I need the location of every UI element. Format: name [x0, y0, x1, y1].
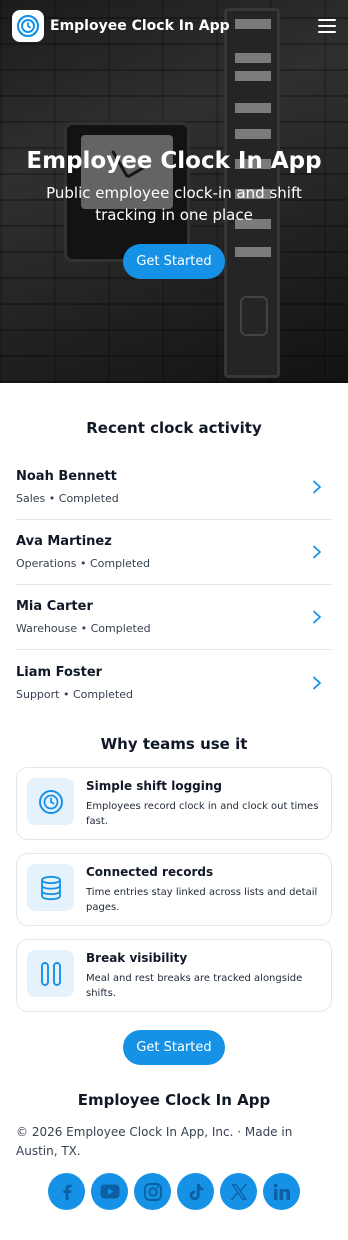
cta-container: Get Started [16, 1030, 332, 1065]
feature-card: Connected records Time entries stay link… [16, 853, 332, 926]
brand-name[interactable]: Employee Clock In App [50, 18, 230, 34]
top-bar: Employee Clock In App [0, 0, 348, 52]
activity-item[interactable]: Ava Martinez Operations • Completed [16, 520, 332, 585]
feature-title: Connected records [86, 865, 214, 879]
why-teams-title: Why teams use it [100, 735, 248, 753]
pause-icon [40, 961, 61, 986]
feature-icon-box [27, 950, 74, 997]
chevron-right-icon[interactable] [310, 545, 324, 559]
hero-content: Employee Clock In App Public employee cl… [0, 148, 348, 279]
activity-item[interactable]: Mia Carter Warehouse • Completed [16, 585, 332, 650]
hero-title: Employee Clock In App [26, 148, 322, 174]
activity-item[interactable]: Noah Bennett Sales • Completed [16, 455, 332, 520]
hero: Employee Clock In App Employee Clock In … [0, 0, 348, 383]
why-teams-section: Why teams use it Simple shift logging Em… [0, 715, 348, 1065]
social-links [16, 1173, 332, 1210]
activity-meta: Support • Completed [16, 687, 133, 701]
recent-activity-section: Recent clock activity Noah Bennett Sales… [0, 383, 348, 715]
instagram-icon[interactable] [134, 1173, 171, 1210]
footer-title: Employee Clock In App [77, 1091, 271, 1109]
hero-get-started-button[interactable]: Get Started [123, 244, 225, 279]
x-icon[interactable] [220, 1173, 257, 1210]
footer: Employee Clock In App © 2026 Employee Cl… [0, 1065, 348, 1240]
activity-meta: Sales • Completed [16, 492, 119, 505]
youtube-icon[interactable] [91, 1173, 128, 1210]
chevron-right-icon[interactable] [310, 480, 324, 494]
get-started-button[interactable]: Get Started [123, 1030, 225, 1065]
feature-icon-box [27, 864, 74, 911]
feature-title: Simple shift logging [86, 779, 222, 793]
clock-icon [38, 789, 63, 814]
clock-logo-icon [16, 14, 40, 38]
feature-description: Time entries stay linked across lists an… [86, 887, 318, 913]
employee-name: Ava Martinez [16, 534, 112, 549]
copyright-text: © 2026 Employee Clock In App, Inc. · Mad… [16, 1125, 293, 1158]
activity-list: Noah Bennett Sales • Completed Ava Marti… [16, 455, 332, 715]
chevron-right-icon[interactable] [310, 676, 324, 690]
tiktok-icon[interactable] [177, 1173, 214, 1210]
facebook-icon[interactable] [48, 1173, 85, 1210]
feature-description: Meal and rest breaks are tracked alongsi… [86, 973, 303, 999]
activity-meta: Operations • Completed [16, 557, 150, 570]
feature-card: Simple shift logging Employees record cl… [16, 767, 332, 840]
activity-item[interactable]: Liam Foster Support • Completed [16, 650, 332, 715]
feature-card: Break visibility Meal and rest breaks ar… [16, 939, 332, 1012]
employee-name: Mia Carter [16, 599, 93, 614]
hero-subtitle: Public employee clock-in and shift track… [46, 184, 302, 224]
recent-activity-title: Recent clock activity [86, 419, 262, 437]
employee-name: Liam Foster [16, 664, 103, 680]
feature-description: Employees record clock in and clock out … [86, 801, 319, 827]
feature-icon-box [27, 778, 74, 825]
linkedin-icon[interactable] [263, 1173, 300, 1210]
activity-meta: Warehouse • Completed [16, 622, 151, 635]
hamburger-icon[interactable] [318, 19, 336, 33]
employee-name: Noah Bennett [16, 469, 117, 484]
feature-title: Break visibility [86, 951, 188, 965]
database-icon [40, 875, 61, 900]
app-logo[interactable] [12, 10, 44, 42]
chevron-right-icon[interactable] [310, 610, 324, 624]
